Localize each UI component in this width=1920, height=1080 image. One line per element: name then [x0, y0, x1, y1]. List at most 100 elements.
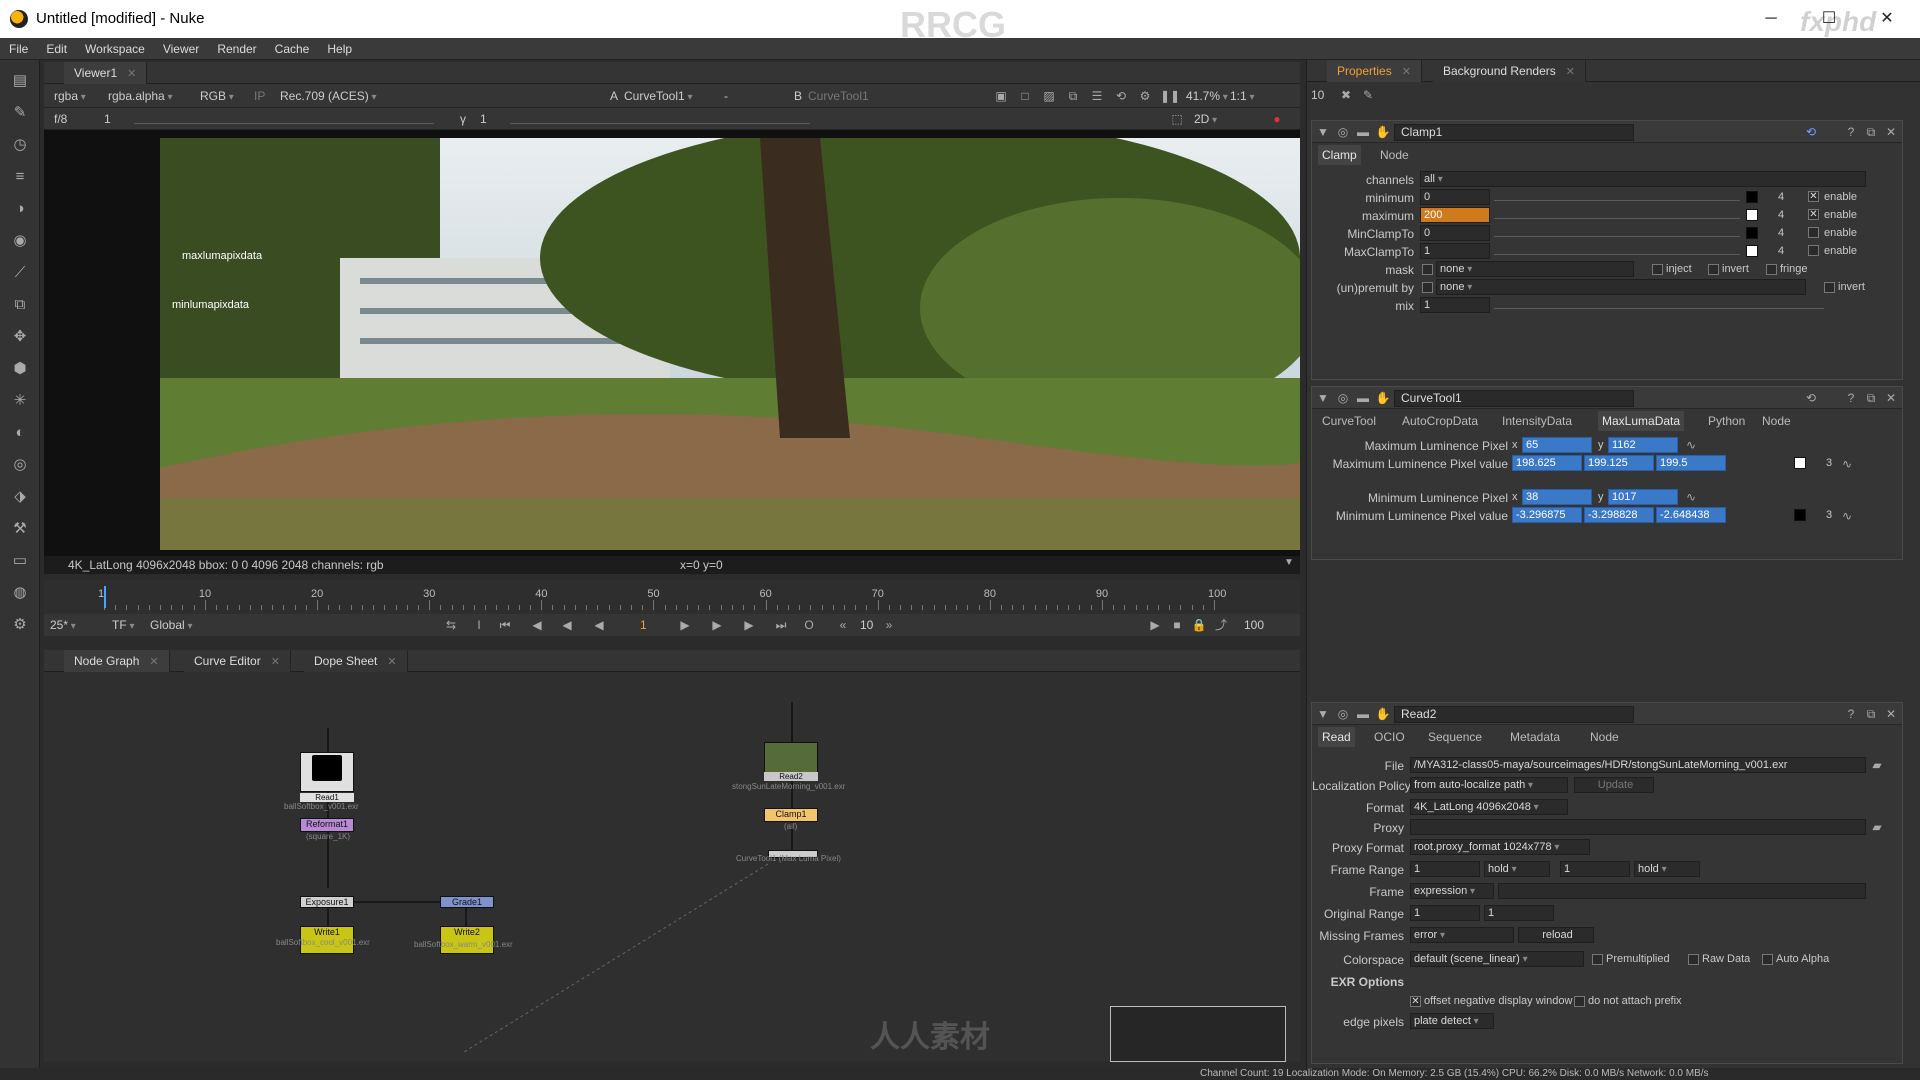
merge-tools-icon[interactable]: ⧉ — [8, 294, 32, 316]
tab-autocropdata[interactable]: AutoCropData — [1398, 411, 1482, 431]
collapse-icon[interactable]: ▼ — [1314, 705, 1332, 723]
minclampto-slider[interactable] — [1494, 225, 1740, 237]
gamma-slider[interactable] — [510, 112, 810, 124]
stop-icon[interactable]: ■ — [1168, 616, 1186, 634]
input-b-dropdown[interactable]: CurveTool1 — [808, 87, 869, 105]
tab-node[interactable]: Node — [1758, 411, 1795, 431]
max-y-input[interactable]: 1162 — [1608, 437, 1678, 453]
max-value-g[interactable]: 199.125 — [1584, 455, 1654, 471]
panel-close-icon[interactable]: ✕ — [1882, 123, 1900, 141]
close-icon[interactable]: ✕ — [149, 656, 158, 668]
play-forward-icon[interactable]: ▶ — [676, 616, 694, 634]
gain-value[interactable]: 1 — [104, 110, 111, 128]
colorspace-dropdown[interactable]: default (scene_linear) — [1410, 951, 1584, 967]
lines-icon[interactable]: ☰ — [1088, 87, 1106, 105]
tab-metadata[interactable]: Metadata — [1506, 727, 1564, 747]
plugins-tools-icon[interactable]: ⚙ — [8, 614, 32, 636]
last-frame-icon[interactable]: ⏭ — [772, 616, 790, 634]
hand-icon[interactable]: ✋ — [1374, 389, 1392, 407]
range-end-mode-dropdown[interactable]: hold — [1634, 861, 1700, 877]
alpha-dropdown[interactable]: rgba.alpha — [108, 87, 173, 105]
no-prefix-checkbox[interactable] — [1574, 996, 1585, 1007]
fps-dropdown[interactable]: 25* — [50, 616, 76, 634]
channels-dropdown[interactable]: rgba — [54, 87, 86, 105]
panel-close-icon[interactable]: ✕ — [1882, 389, 1900, 407]
export-icon[interactable]: ⤴ — [1212, 616, 1230, 634]
menu-render[interactable]: Render — [208, 38, 265, 60]
menu-file[interactable]: File — [0, 38, 37, 60]
mix-input[interactable]: 1 — [1420, 297, 1490, 313]
edge-pixels-dropdown[interactable]: plate detect — [1410, 1013, 1494, 1029]
max-value-r[interactable]: 198.625 — [1512, 455, 1582, 471]
menu-workspace[interactable]: Workspace — [76, 38, 154, 60]
viewer-roi-icon[interactable]: ⬚ — [1168, 110, 1186, 128]
mix-slider[interactable] — [1494, 297, 1824, 309]
draw-tools-icon[interactable]: ✎ — [8, 102, 32, 124]
float-icon[interactable]: ⧉ — [1862, 389, 1880, 407]
unpremult-dropdown[interactable]: none — [1436, 279, 1806, 295]
node-reformat1[interactable]: Reformat1 — [300, 818, 354, 832]
format-dropdown[interactable]: 4K_LatLong 4096x2048 — [1410, 799, 1568, 815]
frame-mode-dropdown[interactable]: expression — [1410, 883, 1494, 899]
undo-icon[interactable]: ⟲ — [1802, 389, 1820, 407]
close-button[interactable]: ✕ — [1864, 6, 1910, 32]
min-value-count[interactable]: 3 — [1826, 509, 1832, 521]
compare-mode[interactable]: - — [724, 87, 728, 105]
close-icon[interactable]: ✕ — [1402, 66, 1411, 78]
help-icon[interactable]: ? — [1842, 705, 1860, 723]
color-tools-icon[interactable]: ◑ — [8, 198, 32, 220]
time-tools-icon[interactable]: ◷ — [8, 134, 32, 156]
hand-icon[interactable]: ✋ — [1374, 123, 1392, 141]
mask-invert-checkbox[interactable] — [1708, 264, 1719, 275]
folder-icon[interactable]: ▰ — [1868, 818, 1886, 836]
min-value-r[interactable]: -3.296875 — [1512, 507, 1582, 523]
color-swatch[interactable] — [1746, 245, 1758, 257]
gain-slider[interactable] — [134, 112, 434, 124]
menu-help[interactable]: Help — [318, 38, 361, 60]
fringe-checkbox[interactable] — [1766, 264, 1777, 275]
read2-name[interactable]: Read2 — [1394, 706, 1634, 723]
tab-curve-editor[interactable]: Curve Editor ✕ — [184, 650, 291, 672]
color-swatch[interactable] — [1746, 191, 1758, 203]
roi-icon[interactable]: ▣ — [992, 87, 1010, 105]
tab-background-renders[interactable]: Background Renders ✕ — [1433, 60, 1586, 82]
orig-end-input[interactable]: 1 — [1484, 905, 1554, 921]
tab-properties[interactable]: Properties ✕ — [1327, 60, 1422, 82]
node-color-icon[interactable]: ▬ — [1354, 123, 1372, 141]
frame-icon[interactable]: □ — [1016, 87, 1034, 105]
play-backward-icon[interactable]: ◀ — [558, 616, 576, 634]
minimum-count[interactable]: 4 — [1778, 191, 1784, 203]
minimum-input[interactable]: 0 — [1420, 189, 1490, 205]
clear-panels-icon[interactable]: ✖ — [1337, 86, 1355, 104]
reload-button[interactable]: reload — [1518, 927, 1594, 943]
color-swatch[interactable] — [1794, 457, 1806, 469]
next-keyframe-icon[interactable]: ▶ — [740, 616, 758, 634]
particles-tools-icon[interactable]: ✳ — [8, 390, 32, 412]
mask-dropdown[interactable]: none — [1436, 261, 1634, 277]
color-swatch[interactable] — [1794, 509, 1806, 521]
file-input[interactable]: /MYA312-class05-maya/sourceimages/HDR/st… — [1410, 757, 1866, 773]
zoom-dropdown[interactable]: 41.7% — [1186, 87, 1228, 105]
ip-button[interactable]: IP — [254, 87, 265, 105]
views-tools-icon[interactable]: ◎ — [8, 454, 32, 476]
node-color-icon[interactable]: ▬ — [1354, 389, 1372, 407]
float-icon[interactable]: ⧉ — [1862, 705, 1880, 723]
tab-intensitydata[interactable]: IntensityData — [1498, 411, 1576, 431]
channels-dropdown[interactable]: all — [1420, 171, 1866, 187]
proxy-icon[interactable]: ⧉ — [1064, 87, 1082, 105]
tab-viewer1[interactable]: Viewer1 ✕ — [64, 62, 148, 84]
pause-icon[interactable]: ❚❚ — [1160, 87, 1180, 105]
node-exposure1[interactable]: Exposure1 — [300, 896, 354, 908]
maximum-input[interactable]: 200 — [1420, 207, 1490, 223]
menu-cache[interactable]: Cache — [266, 38, 319, 60]
tab-python[interactable]: Python — [1704, 411, 1749, 431]
keyer-tools-icon[interactable]: ⟋ — [8, 262, 32, 284]
node-graph-canvas[interactable]: Read1 ballSoftbox_v001.exr Reformat1 (sq… — [44, 672, 1300, 1062]
minimum-enable-checkbox[interactable]: ✕ — [1808, 191, 1819, 202]
max-value-b[interactable]: 199.5 — [1656, 455, 1726, 471]
minclampto-count[interactable]: 4 — [1778, 227, 1784, 239]
unpremult-checkbox[interactable] — [1422, 282, 1433, 293]
step-forward-icon[interactable]: » — [880, 616, 898, 634]
help-icon[interactable]: ? — [1842, 123, 1860, 141]
tab-clamp[interactable]: Clamp — [1318, 145, 1361, 165]
